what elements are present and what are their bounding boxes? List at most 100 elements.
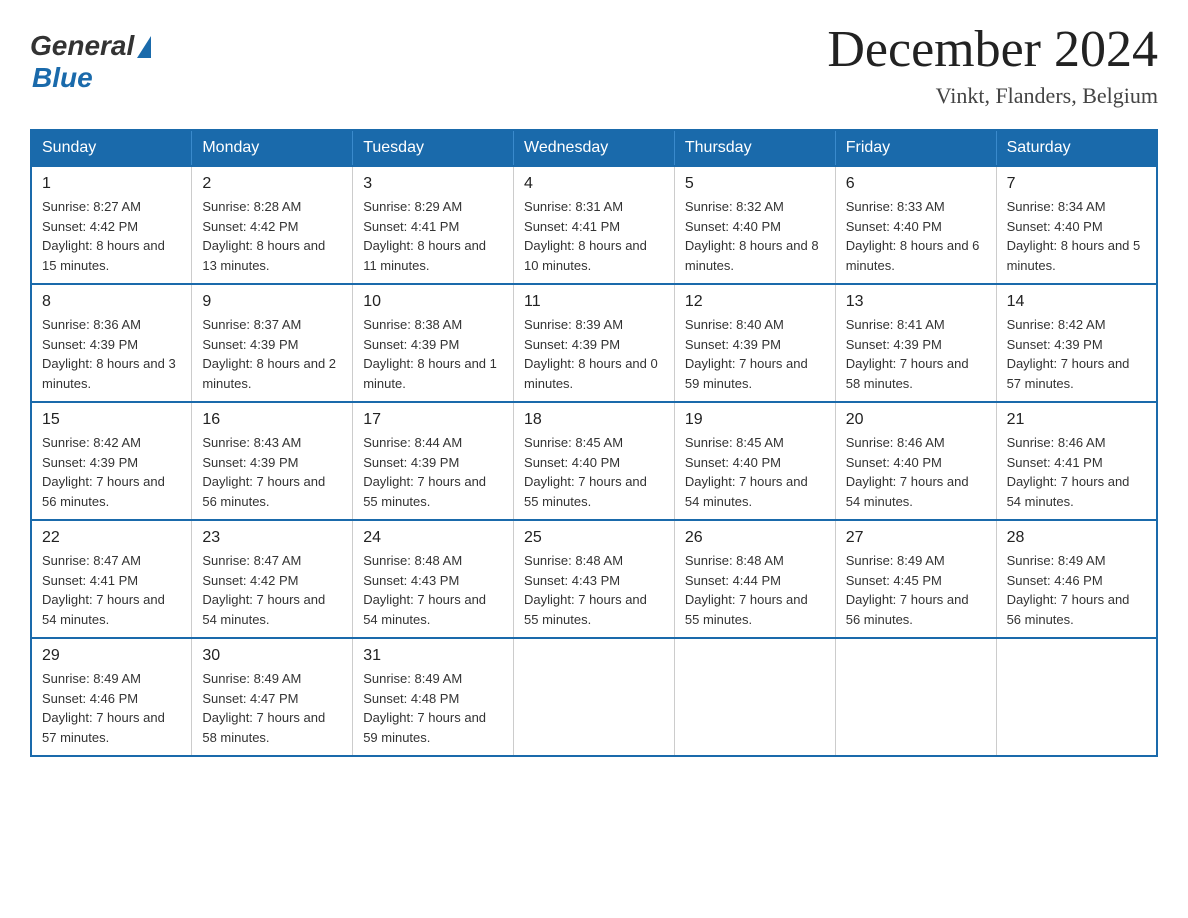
- day-info: Sunrise: 8:36 AMSunset: 4:39 PMDaylight:…: [42, 315, 181, 393]
- calendar-cell: 17 Sunrise: 8:44 AMSunset: 4:39 PMDayligh…: [353, 402, 514, 520]
- calendar-cell: 10 Sunrise: 8:38 AMSunset: 4:39 PMDayligh…: [353, 284, 514, 402]
- page-header: General Blue December 2024 Vinkt, Flande…: [30, 20, 1158, 109]
- day-info: Sunrise: 8:42 AMSunset: 4:39 PMDaylight:…: [1007, 315, 1146, 393]
- calendar-cell: 18Sunrise: 8:45 AMSunset: 4:40 PMDayligh…: [514, 402, 675, 520]
- logo-triangle-icon: [137, 36, 151, 58]
- day-info: Sunrise: 8:49 AMSunset: 4:46 PMDaylight:…: [1007, 551, 1146, 629]
- day-info: Sunrise: 8:38 AMSunset: 4:39 PMDaylight:…: [363, 315, 503, 393]
- logo: General Blue: [30, 30, 151, 94]
- logo-general-text: General: [30, 30, 134, 62]
- day-number: 23: [202, 529, 342, 547]
- calendar-cell: [996, 638, 1157, 756]
- day-info: Sunrise: 8:27 AMSunset: 4:42 PMDaylight:…: [42, 197, 181, 275]
- day-number: 22: [42, 529, 181, 547]
- day-number: 3: [363, 175, 503, 193]
- calendar-cell: 11 Sunrise: 8:39 AMSunset: 4:39 PMDayligh…: [514, 284, 675, 402]
- day-info: Sunrise: 8:29 AMSunset: 4:41 PMDaylight:…: [363, 197, 503, 275]
- calendar-week-row: 1 Sunrise: 8:27 AMSunset: 4:42 PMDaylight…: [31, 166, 1157, 284]
- day-number: 30: [202, 647, 342, 665]
- day-number: 10: [363, 293, 503, 311]
- calendar-header-sunday: Sunday: [31, 130, 192, 166]
- day-number: 21: [1007, 411, 1146, 429]
- calendar-cell: 9 Sunrise: 8:37 AMSunset: 4:39 PMDaylight…: [192, 284, 353, 402]
- calendar-cell: 19Sunrise: 8:45 AMSunset: 4:40 PMDayligh…: [674, 402, 835, 520]
- day-number: 6: [846, 175, 986, 193]
- month-title: December 2024: [827, 20, 1158, 79]
- calendar-cell: [674, 638, 835, 756]
- day-number: 25: [524, 529, 664, 547]
- calendar-cell: 7Sunrise: 8:34 AMSunset: 4:40 PMDaylight…: [996, 166, 1157, 284]
- title-section: December 2024 Vinkt, Flanders, Belgium: [827, 20, 1158, 109]
- day-number: 5: [685, 175, 825, 193]
- location-text: Vinkt, Flanders, Belgium: [827, 83, 1158, 109]
- calendar-cell: 4 Sunrise: 8:31 AMSunset: 4:41 PMDaylight…: [514, 166, 675, 284]
- day-info: Sunrise: 8:31 AMSunset: 4:41 PMDaylight:…: [524, 197, 664, 275]
- day-info: Sunrise: 8:49 AMSunset: 4:45 PMDaylight:…: [846, 551, 986, 629]
- calendar-cell: 22 Sunrise: 8:47 AMSunset: 4:41 PMDayligh…: [31, 520, 192, 638]
- day-info: Sunrise: 8:47 AMSunset: 4:41 PMDaylight:…: [42, 551, 181, 629]
- day-info: Sunrise: 8:42 AMSunset: 4:39 PMDaylight:…: [42, 433, 181, 511]
- calendar-header-wednesday: Wednesday: [514, 130, 675, 166]
- calendar-cell: 6 Sunrise: 8:33 AMSunset: 4:40 PMDaylight…: [835, 166, 996, 284]
- day-number: 16: [202, 411, 342, 429]
- day-info: Sunrise: 8:49 AMSunset: 4:48 PMDaylight:…: [363, 669, 503, 747]
- day-number: 14: [1007, 293, 1146, 311]
- logo-blue-text: Blue: [32, 62, 93, 94]
- day-info: Sunrise: 8:33 AMSunset: 4:40 PMDaylight:…: [846, 197, 986, 275]
- day-number: 12: [685, 293, 825, 311]
- calendar-cell: 3 Sunrise: 8:29 AMSunset: 4:41 PMDaylight…: [353, 166, 514, 284]
- day-number: 26: [685, 529, 825, 547]
- day-info: Sunrise: 8:46 AMSunset: 4:40 PMDaylight:…: [846, 433, 986, 511]
- day-number: 24: [363, 529, 503, 547]
- day-info: Sunrise: 8:49 AMSunset: 4:46 PMDaylight:…: [42, 669, 181, 747]
- day-info: Sunrise: 8:41 AMSunset: 4:39 PMDaylight:…: [846, 315, 986, 393]
- calendar-cell: 5Sunrise: 8:32 AMSunset: 4:40 PMDaylight…: [674, 166, 835, 284]
- calendar-week-row: 22 Sunrise: 8:47 AMSunset: 4:41 PMDayligh…: [31, 520, 1157, 638]
- day-number: 31: [363, 647, 503, 665]
- calendar-cell: 14 Sunrise: 8:42 AMSunset: 4:39 PMDayligh…: [996, 284, 1157, 402]
- day-number: 28: [1007, 529, 1146, 547]
- calendar-cell: 25Sunrise: 8:48 AMSunset: 4:43 PMDayligh…: [514, 520, 675, 638]
- calendar-cell: 29 Sunrise: 8:49 AMSunset: 4:46 PMDayligh…: [31, 638, 192, 756]
- day-number: 19: [685, 411, 825, 429]
- calendar-header-monday: Monday: [192, 130, 353, 166]
- day-number: 20: [846, 411, 986, 429]
- calendar-cell: 27 Sunrise: 8:49 AMSunset: 4:45 PMDayligh…: [835, 520, 996, 638]
- calendar-week-row: 15 Sunrise: 8:42 AMSunset: 4:39 PMDayligh…: [31, 402, 1157, 520]
- calendar-cell: 2 Sunrise: 8:28 AMSunset: 4:42 PMDaylight…: [192, 166, 353, 284]
- day-number: 8: [42, 293, 181, 311]
- day-number: 9: [202, 293, 342, 311]
- day-number: 29: [42, 647, 181, 665]
- day-number: 11: [524, 293, 664, 311]
- day-info: Sunrise: 8:28 AMSunset: 4:42 PMDaylight:…: [202, 197, 342, 275]
- calendar-header-tuesday: Tuesday: [353, 130, 514, 166]
- calendar-cell: [514, 638, 675, 756]
- day-number: 27: [846, 529, 986, 547]
- calendar-header-thursday: Thursday: [674, 130, 835, 166]
- calendar-cell: 21 Sunrise: 8:46 AMSunset: 4:41 PMDayligh…: [996, 402, 1157, 520]
- calendar-cell: 13Sunrise: 8:41 AMSunset: 4:39 PMDayligh…: [835, 284, 996, 402]
- day-info: Sunrise: 8:45 AMSunset: 4:40 PMDaylight:…: [524, 433, 664, 511]
- day-number: 1: [42, 175, 181, 193]
- day-info: Sunrise: 8:43 AMSunset: 4:39 PMDaylight:…: [202, 433, 342, 511]
- calendar-cell: 15 Sunrise: 8:42 AMSunset: 4:39 PMDayligh…: [31, 402, 192, 520]
- day-info: Sunrise: 8:44 AMSunset: 4:39 PMDaylight:…: [363, 433, 503, 511]
- day-number: 2: [202, 175, 342, 193]
- calendar-cell: 16 Sunrise: 8:43 AMSunset: 4:39 PMDayligh…: [192, 402, 353, 520]
- calendar-cell: 12 Sunrise: 8:40 AMSunset: 4:39 PMDayligh…: [674, 284, 835, 402]
- calendar-cell: 28 Sunrise: 8:49 AMSunset: 4:46 PMDayligh…: [996, 520, 1157, 638]
- day-info: Sunrise: 8:37 AMSunset: 4:39 PMDaylight:…: [202, 315, 342, 393]
- calendar-cell: 24Sunrise: 8:48 AMSunset: 4:43 PMDayligh…: [353, 520, 514, 638]
- calendar-cell: 30Sunrise: 8:49 AMSunset: 4:47 PMDayligh…: [192, 638, 353, 756]
- calendar-header-friday: Friday: [835, 130, 996, 166]
- calendar-cell: 8 Sunrise: 8:36 AMSunset: 4:39 PMDaylight…: [31, 284, 192, 402]
- calendar-week-row: 29 Sunrise: 8:49 AMSunset: 4:46 PMDayligh…: [31, 638, 1157, 756]
- day-number: 15: [42, 411, 181, 429]
- day-info: Sunrise: 8:46 AMSunset: 4:41 PMDaylight:…: [1007, 433, 1146, 511]
- day-info: Sunrise: 8:40 AMSunset: 4:39 PMDaylight:…: [685, 315, 825, 393]
- day-number: 4: [524, 175, 664, 193]
- day-info: Sunrise: 8:39 AMSunset: 4:39 PMDaylight:…: [524, 315, 664, 393]
- calendar-cell: [835, 638, 996, 756]
- day-info: Sunrise: 8:47 AMSunset: 4:42 PMDaylight:…: [202, 551, 342, 629]
- day-number: 17: [363, 411, 503, 429]
